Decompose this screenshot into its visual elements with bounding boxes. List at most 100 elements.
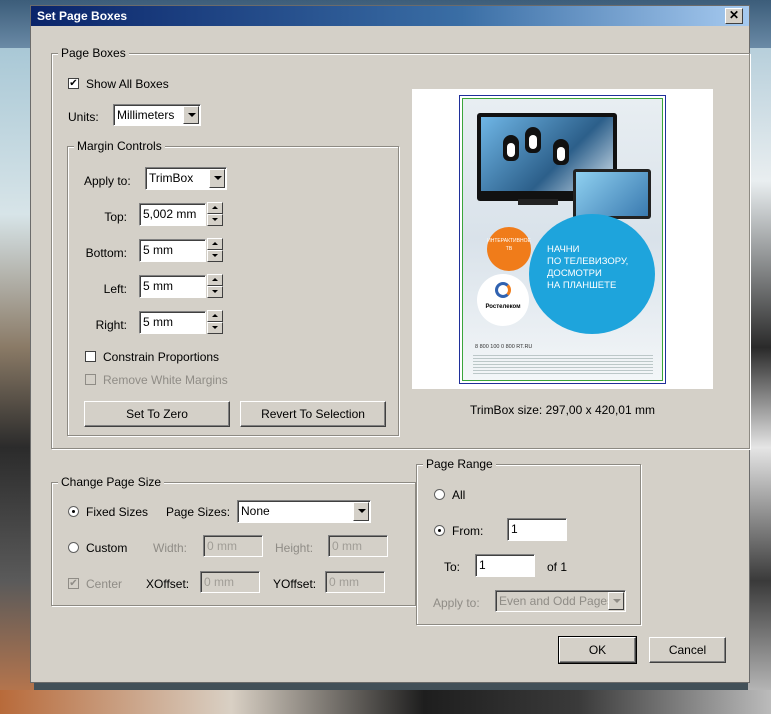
center-label: Center <box>86 577 123 591</box>
show-all-boxes-checkbox[interactable]: ✔ <box>68 78 79 89</box>
right-margin-stepper[interactable] <box>207 310 223 334</box>
tablet-screen <box>576 172 648 216</box>
close-button[interactable]: ✕ <box>725 8 743 24</box>
page-sizes-label: Page Sizes: <box>166 505 231 519</box>
arrow-up-icon[interactable] <box>207 202 223 214</box>
to-page-input[interactable]: 1 <box>475 554 535 577</box>
arrow-down-icon[interactable] <box>207 322 223 334</box>
margin-controls-legend: Margin Controls <box>74 139 165 153</box>
custom-radio[interactable] <box>68 542 79 553</box>
arrow-down-icon[interactable] <box>207 286 223 298</box>
chevron-down-icon[interactable] <box>353 502 369 521</box>
set-page-boxes-dialog: Set Page Boxes ✕ Page Boxes ✔ Show All B… <box>30 5 750 683</box>
penguin-figure <box>553 139 569 165</box>
chevron-down-icon[interactable] <box>209 169 225 188</box>
dialog-titlebar[interactable]: Set Page Boxes ✕ <box>31 6 749 26</box>
units-value: Millimeters <box>117 108 175 122</box>
to-label: To: <box>444 560 461 574</box>
badge-text: ИНТЕРАКТИВНОЕ ТВ <box>487 238 531 252</box>
brand-bubble: Ростелеком <box>477 274 529 326</box>
headline-bubble: НАЧНИ ПО ТЕЛЕВИЗОРУ, ДОСМОТРИ НА ПЛАНШЕТ… <box>529 214 655 334</box>
apply-to-value: TrimBox <box>149 171 194 185</box>
page-boxes-group: Page Boxes ✔ Show All Boxes Units: Milli… <box>51 46 750 449</box>
from-radio[interactable] <box>434 525 445 536</box>
from-label: From: <box>452 524 484 538</box>
right-margin-input[interactable]: 5 mm <box>139 311 206 334</box>
page-preview: НАЧНИ ПО ТЕЛЕВИЗОРУ, ДОСМОТРИ НА ПЛАНШЕТ… <box>412 89 713 389</box>
constrain-proportions-checkbox[interactable] <box>85 351 96 362</box>
left-margin-stepper[interactable] <box>207 274 223 298</box>
radio-dot-icon <box>72 510 75 513</box>
remove-white-margins-label: Remove White Margins <box>103 373 228 387</box>
penguin-figure <box>525 127 541 153</box>
yoffset-input: 0 mm <box>325 571 385 593</box>
arrow-up-icon[interactable] <box>207 238 223 250</box>
page-count-label: of 1 <box>547 560 568 574</box>
width-input: 0 mm <box>203 535 263 557</box>
page-sizes-select[interactable]: None <box>237 500 371 523</box>
headline-line: НА ПЛАНШЕТЕ <box>547 280 617 291</box>
bottom-margin-stepper[interactable] <box>207 238 223 262</box>
mediabox-outline: НАЧНИ ПО ТЕЛЕВИЗОРУ, ДОСМОТРИ НА ПЛАНШЕТ… <box>459 95 666 384</box>
radio-dot-icon <box>438 529 441 532</box>
constrain-proportions-label: Constrain Proportions <box>103 350 220 364</box>
range-apply-to-value: Even and Odd Pages <box>499 594 614 608</box>
bottom-margin-input[interactable]: 5 mm <box>139 239 206 262</box>
xoffset-input: 0 mm <box>200 571 260 593</box>
arrow-up-icon[interactable] <box>207 310 223 322</box>
left-margin-input[interactable]: 5 mm <box>139 275 206 298</box>
all-pages-label: All <box>452 488 466 502</box>
range-apply-to-select: Even and Odd Pages <box>495 590 626 612</box>
revert-to-selection-button[interactable]: Revert To Selection <box>240 401 386 427</box>
custom-label: Custom <box>86 541 128 555</box>
fixed-sizes-radio[interactable] <box>68 506 79 517</box>
units-label: Units: <box>68 110 99 124</box>
remove-white-margins-checkbox <box>85 374 96 385</box>
height-label: Height: <box>275 541 314 555</box>
yoffset-label: YOffset: <box>273 577 317 591</box>
page-range-legend: Page Range <box>423 457 496 471</box>
top-margin-input[interactable]: 5,002 mm <box>139 203 206 226</box>
fixed-sizes-label: Fixed Sizes <box>86 505 149 519</box>
check-icon: ✔ <box>69 578 78 589</box>
units-select[interactable]: Millimeters <box>113 104 201 126</box>
from-page-input[interactable]: 1 <box>507 518 567 541</box>
desktop-background-left <box>0 48 34 714</box>
close-icon: ✕ <box>728 8 740 22</box>
right-label: Right: <box>95 318 127 332</box>
ok-button[interactable]: OK <box>558 636 637 664</box>
trimbox-outline: НАЧНИ ПО ТЕЛЕВИЗОРУ, ДОСМОТРИ НА ПЛАНШЕТ… <box>462 98 663 381</box>
arrow-down-icon[interactable] <box>207 250 223 262</box>
tv-stand <box>518 199 558 205</box>
chevron-down-icon <box>608 592 624 610</box>
apply-to-select[interactable]: TrimBox <box>145 167 227 190</box>
all-pages-radio[interactable] <box>434 489 445 500</box>
desktop-background-bottom <box>0 690 771 714</box>
dialog-title: Set Page Boxes <box>37 9 128 23</box>
tablet-image <box>573 169 651 219</box>
center-checkbox: ✔ <box>68 578 79 589</box>
interactive-tv-badge: ИНТЕРАКТИВНОЕ ТВ <box>487 227 531 271</box>
height-input: 0 mm <box>328 535 388 557</box>
arrow-down-icon[interactable] <box>207 214 223 226</box>
range-apply-to-label: Apply to: <box>433 596 480 610</box>
xoffset-label: XOffset: <box>146 577 190 591</box>
rostelecom-logo-icon <box>495 282 511 298</box>
cancel-button[interactable]: Cancel <box>649 637 726 663</box>
headline-line: НАЧНИ <box>547 244 580 255</box>
chevron-down-icon[interactable] <box>183 106 199 124</box>
arrow-up-icon[interactable] <box>207 274 223 286</box>
penguin-figure <box>503 135 519 161</box>
set-to-zero-button[interactable]: Set To Zero <box>84 401 230 427</box>
change-page-size-legend: Change Page Size <box>58 475 165 489</box>
headline-line: ДОСМОТРИ <box>547 268 602 279</box>
width-label: Width: <box>153 541 188 555</box>
phone-line: 8 800 100 0 800 RT.RU <box>475 344 533 350</box>
page-sizes-value: None <box>241 504 270 518</box>
top-label: Top: <box>104 210 127 224</box>
left-label: Left: <box>103 282 127 296</box>
check-icon: ✔ <box>69 78 78 89</box>
top-margin-stepper[interactable] <box>207 202 223 226</box>
show-all-boxes-label: Show All Boxes <box>86 77 169 91</box>
page-boxes-legend: Page Boxes <box>58 46 129 60</box>
